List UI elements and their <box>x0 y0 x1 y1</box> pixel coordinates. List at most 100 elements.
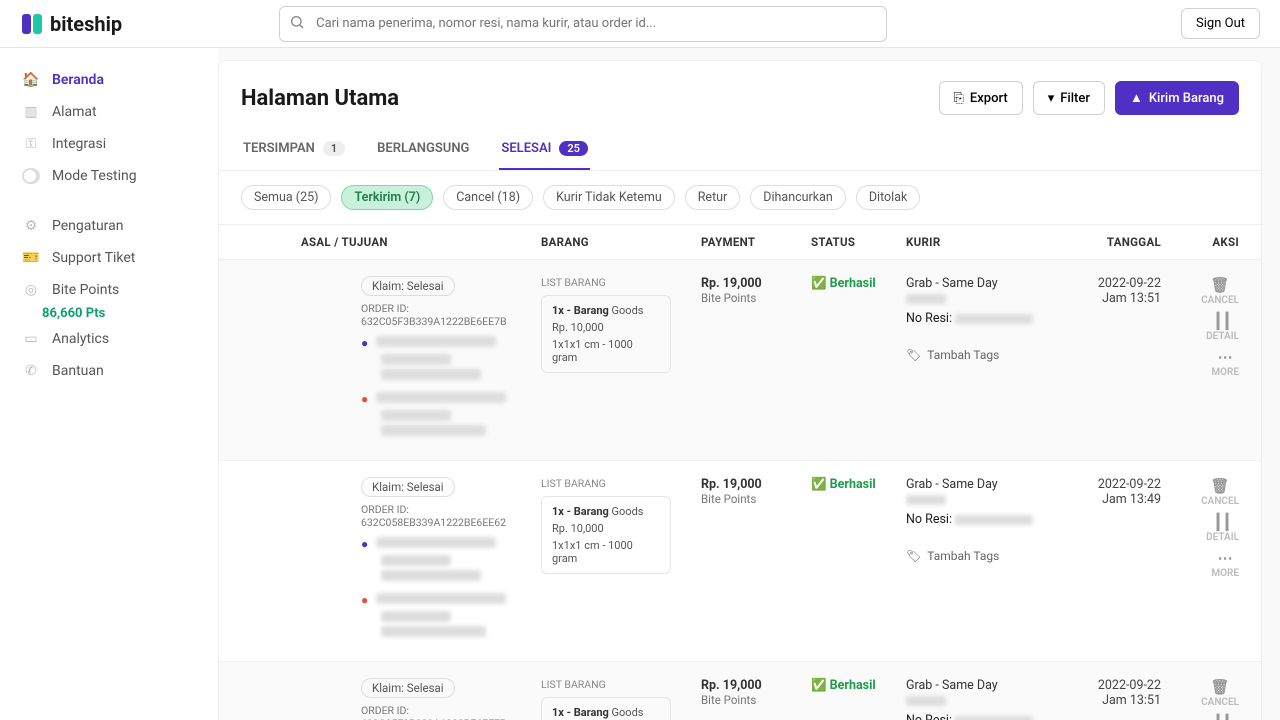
detail-icon: ┃┃ <box>1206 513 1239 531</box>
col-date: TANGGAL <box>1061 235 1161 249</box>
phone-icon: ✆ <box>22 363 40 379</box>
chip-retur[interactable]: Retur <box>685 185 741 210</box>
map-icon: ▥ <box>22 104 40 120</box>
search-input[interactable] <box>279 6 887 42</box>
cancel-action[interactable]: 🗑CANCEL <box>1201 678 1239 708</box>
table-row: Klaim: Selesai ORDER ID: 632C05F3B339A12… <box>219 662 1261 720</box>
sidebar-item-bite-points[interactable]: ◎Bite Points <box>12 276 206 304</box>
tag-icon: 🏷 <box>906 348 921 362</box>
row-time: Jam 13:51 <box>1061 291 1161 306</box>
payment-amount: Rp. 19,000 <box>701 678 811 693</box>
resi-line: No Resi: <box>906 311 1061 326</box>
brand-text: biteship <box>50 12 122 36</box>
payment-source: Bite Points <box>701 693 811 707</box>
payment-amount: Rp. 19,000 <box>701 276 811 291</box>
sidebar-item-support-tiket[interactable]: 🎫Support Tiket <box>12 244 206 272</box>
order-id: ORDER ID: 632C058EB339A1222BE6EE62 <box>361 503 541 529</box>
cancel-action[interactable]: 🗑CANCEL <box>1201 477 1239 507</box>
detail-icon: ┃┃ <box>1206 714 1239 720</box>
cancel-action[interactable]: 🗑CANCEL <box>1201 276 1239 306</box>
export-icon: ⎘ <box>954 91 964 106</box>
logo[interactable]: biteship <box>20 12 122 36</box>
table-header: ASAL / TUJUAN BARANG PAYMENT STATUS KURI… <box>219 224 1261 260</box>
more-action[interactable]: ⋯MORE <box>1211 549 1239 579</box>
status-badge: ✅ Berhasil <box>811 678 876 693</box>
origin-pin-icon: ● <box>361 537 368 551</box>
kirim-barang-button[interactable]: ▲Kirim Barang <box>1115 81 1239 115</box>
points-value: 86,660 Pts <box>42 306 206 321</box>
goods-card: 1x - Barang Goods Rp. 10,000 1x1x1 cm - … <box>541 496 671 574</box>
trash-icon: 🗑 <box>1201 276 1239 294</box>
gear-icon: ⚙ <box>22 218 40 234</box>
more-action[interactable]: ⋯MORE <box>1211 348 1239 378</box>
chip-kurir-tidak-ketemu[interactable]: Kurir Tidak Ketemu <box>543 185 675 210</box>
sidebar-item-analytics[interactable]: ▭Analytics <box>12 325 206 353</box>
chip-ditolak[interactable]: Ditolak <box>856 185 921 210</box>
sidebar-item-pengaturan[interactable]: ⚙Pengaturan <box>12 212 206 240</box>
tabs: TERSIMPAN1 BERLANGSUNG SELESAI25 <box>219 129 1261 171</box>
goods-label: LIST BARANG <box>541 678 701 691</box>
payment-source: Bite Points <box>701 291 811 305</box>
order-id: ORDER ID: 632C05F3B339A1222BE6EE7B <box>361 302 541 328</box>
tag-icon: 🏷 <box>906 549 921 563</box>
table-row: Klaim: Selesai ORDER ID: 632C05F3B339A12… <box>219 260 1261 461</box>
key-icon: ⚿ <box>22 136 40 152</box>
tab-tersimpan[interactable]: TERSIMPAN1 <box>241 129 347 170</box>
chip-dihancurkan[interactable]: Dihancurkan <box>750 185 846 210</box>
coin-icon: ◎ <box>22 282 40 298</box>
row-date: 2022-09-22 <box>1061 678 1161 693</box>
sidebar-item-integrasi[interactable]: ⚿Integrasi <box>12 130 206 158</box>
home-icon: 🏠 <box>22 72 40 88</box>
more-icon: ⋯ <box>1211 348 1239 366</box>
chip-terkirim[interactable]: Terkirim (7) <box>341 185 433 210</box>
export-button[interactable]: ⎘Export <box>939 81 1023 115</box>
filter-button[interactable]: ▾Filter <box>1033 81 1105 115</box>
col-goods: BARANG <box>541 235 701 249</box>
col-payment: PAYMENT <box>701 235 811 249</box>
sidebar-item-alamat[interactable]: ▥Alamat <box>12 98 206 126</box>
sidebar: 🏠Beranda ▥Alamat ⚿Integrasi Mode Testing… <box>0 48 218 720</box>
goods-label: LIST BARANG <box>541 477 701 490</box>
goods-label: LIST BARANG <box>541 276 701 289</box>
detail-action[interactable]: ┃┃DETAIL <box>1206 513 1239 543</box>
sign-out-button[interactable]: Sign Out <box>1181 8 1260 39</box>
row-time: Jam 13:51 <box>1061 693 1161 708</box>
row-date: 2022-09-22 <box>1061 276 1161 291</box>
courier-name: Grab - Same Day <box>906 276 1061 291</box>
sidebar-item-beranda[interactable]: 🏠Beranda <box>12 66 206 94</box>
ship-icon: ▲ <box>1130 90 1143 106</box>
status-badge: ✅ Berhasil <box>811 276 876 291</box>
filter-chips: Semua (25) Terkirim (7) Cancel (18) Kuri… <box>219 171 1261 224</box>
detail-action[interactable]: ┃┃DETAIL <box>1206 312 1239 342</box>
payment-source: Bite Points <box>701 492 811 506</box>
claim-badge: Klaim: Selesai <box>361 477 455 497</box>
filter-icon: ▾ <box>1048 91 1055 106</box>
page-title: Halaman Utama <box>241 86 399 111</box>
logo-icon <box>20 12 44 36</box>
ticket-icon: 🎫 <box>22 250 40 266</box>
col-action: AKSI <box>1161 235 1239 249</box>
origin-pin-icon: ● <box>361 336 368 350</box>
sidebar-item-bantuan[interactable]: ✆Bantuan <box>12 357 206 385</box>
resi-line: No Resi: <box>906 713 1061 720</box>
courier-name: Grab - Same Day <box>906 477 1061 492</box>
claim-badge: Klaim: Selesai <box>361 678 455 698</box>
search-icon <box>289 14 305 34</box>
resi-line: No Resi: <box>906 512 1061 527</box>
chip-semua[interactable]: Semua (25) <box>241 185 331 210</box>
sidebar-item-mode-testing[interactable]: Mode Testing <box>12 162 206 190</box>
more-icon: ⋯ <box>1211 549 1239 567</box>
table-row: Klaim: Selesai ORDER ID: 632C058EB339A12… <box>219 461 1261 662</box>
tab-berlangsung[interactable]: BERLANGSUNG <box>375 129 471 170</box>
tab-selesai[interactable]: SELESAI25 <box>499 129 590 170</box>
claim-badge: Klaim: Selesai <box>361 276 455 296</box>
goods-card: 1x - Barang Goods Rp. 10,000 1x1x1 cm - … <box>541 697 671 720</box>
toggle-icon <box>22 168 40 184</box>
chip-cancel[interactable]: Cancel (18) <box>443 185 533 210</box>
row-date: 2022-09-22 <box>1061 477 1161 492</box>
trash-icon: 🗑 <box>1201 477 1239 495</box>
add-tags-button[interactable]: 🏷Tambah Tags <box>906 549 1061 563</box>
detail-action[interactable]: ┃┃DETAIL <box>1206 714 1239 720</box>
add-tags-button[interactable]: 🏷Tambah Tags <box>906 348 1061 362</box>
dest-pin-icon: ● <box>361 593 368 607</box>
